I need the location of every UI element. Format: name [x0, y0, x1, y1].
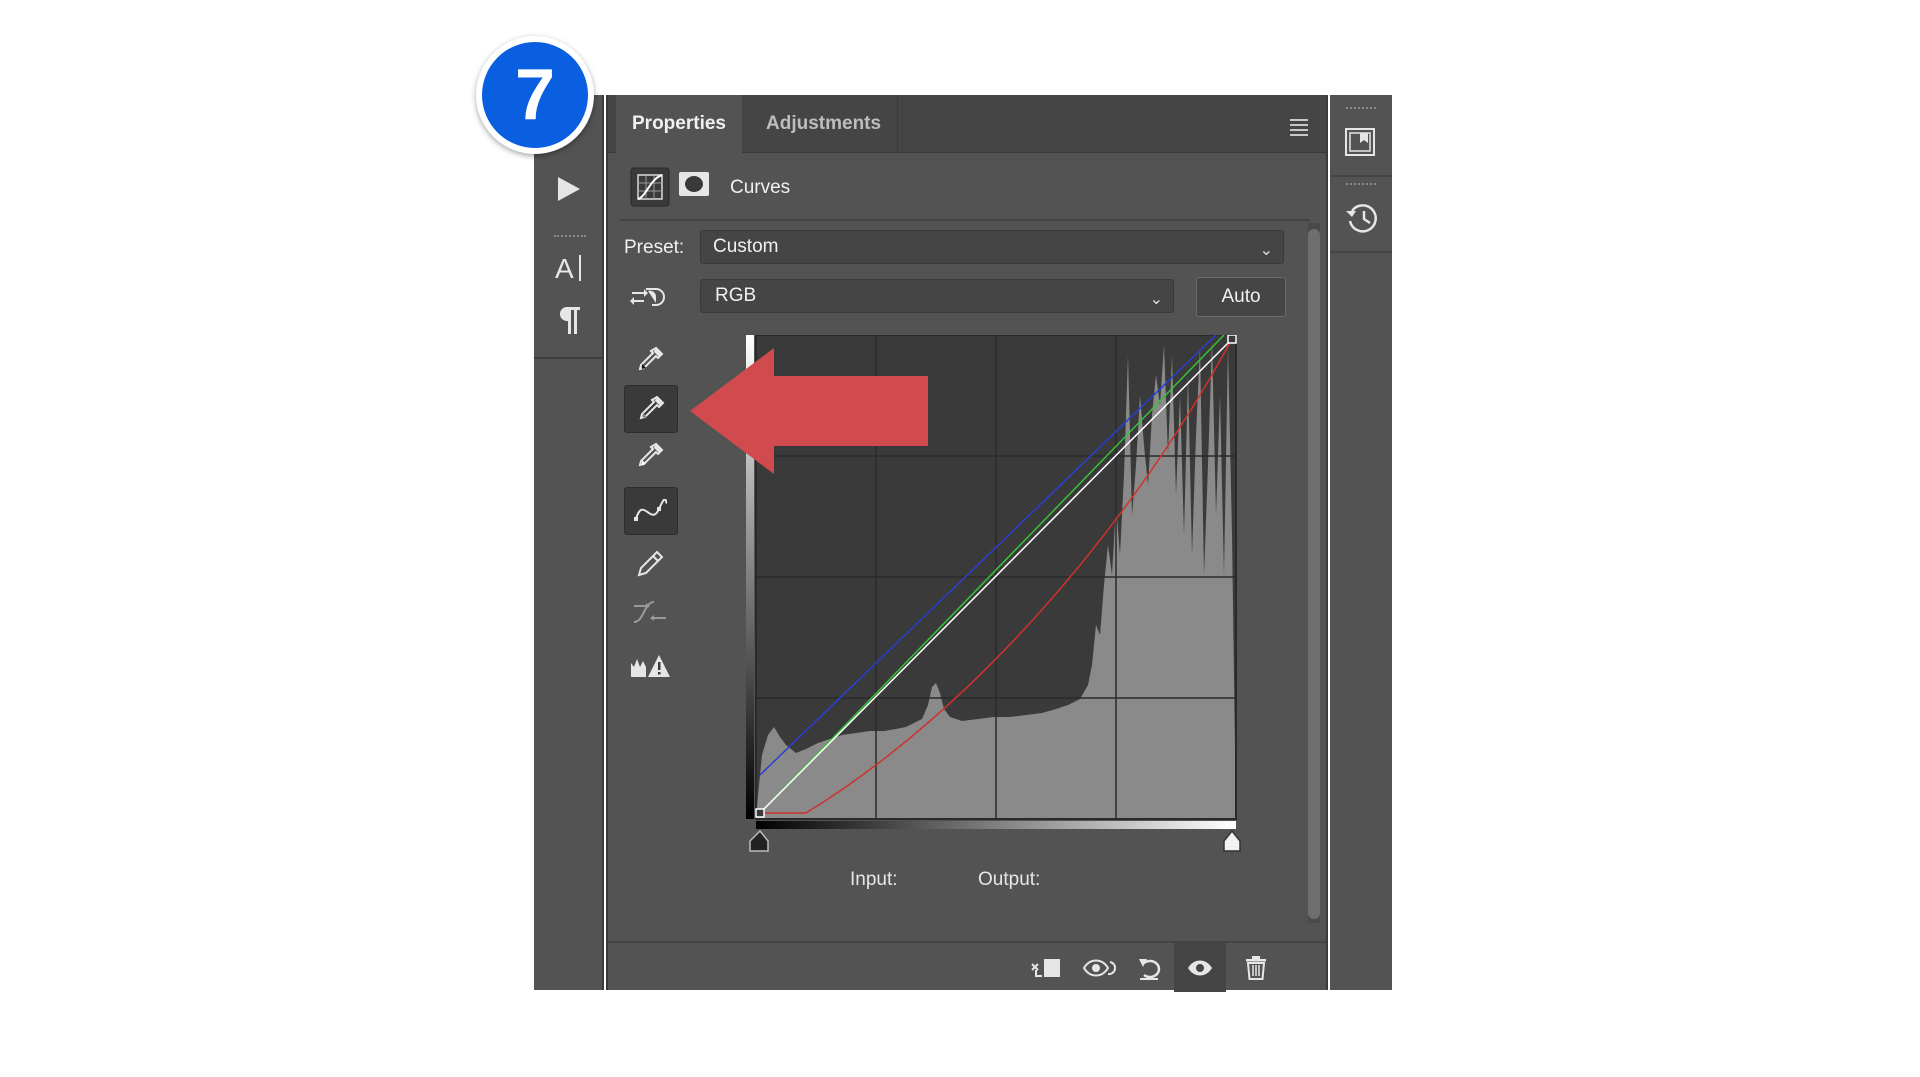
play-icon[interactable]: [534, 175, 604, 208]
input-label: Input:: [850, 869, 898, 890]
clipping-warning-icon[interactable]: [624, 643, 676, 689]
channel-dropdown[interactable]: RGB ⌄: [700, 279, 1174, 313]
sample-white-point-eyedropper-icon[interactable]: [624, 433, 676, 479]
libraries-panel-icon[interactable]: [1344, 125, 1378, 164]
tab-properties[interactable]: Properties: [616, 95, 742, 153]
output-label: Output:: [978, 869, 1041, 890]
white-point-handle[interactable]: [1227, 334, 1237, 344]
properties-panel: Properties Adjustments Curves Preset: Cu…: [606, 95, 1328, 992]
chevron-down-icon: ⌄: [1149, 291, 1163, 308]
right-panel-strip: [1330, 95, 1392, 990]
smooth-curve-icon[interactable]: [624, 589, 676, 635]
black-input-slider[interactable]: [749, 829, 769, 852]
strip-grip[interactable]: [1346, 183, 1376, 188]
input-gradient-bar: [756, 821, 1236, 829]
auto-button[interactable]: Auto: [1196, 277, 1286, 317]
divider: [620, 219, 1310, 221]
character-icon[interactable]: A: [534, 251, 604, 288]
edit-points-curve-icon[interactable]: [624, 487, 678, 535]
panel-menu-icon[interactable]: [1290, 119, 1308, 139]
left-tool-strip: A: [534, 95, 604, 990]
preset-dropdown[interactable]: Custom ⌄: [700, 230, 1284, 264]
visibility-eye-icon[interactable]: [1174, 943, 1226, 992]
white-input-slider[interactable]: [1223, 829, 1241, 852]
panel-tab-bar: Properties Adjustments: [608, 95, 1326, 153]
targeted-adjustment-hand-icon[interactable]: [630, 281, 668, 316]
preset-value: Custom: [713, 236, 779, 257]
clip-to-layer-icon[interactable]: [1024, 949, 1068, 987]
history-panel-icon[interactable]: [1344, 201, 1380, 240]
red-pointer-arrow-icon: [690, 348, 928, 474]
step-number-badge: 7: [476, 36, 594, 154]
paragraph-icon[interactable]: [534, 305, 604, 340]
draw-pencil-icon[interactable]: [624, 541, 676, 587]
channel-value: RGB: [715, 285, 757, 306]
preset-label: Preset:: [624, 237, 685, 258]
layer-mask-icon[interactable]: [678, 171, 710, 202]
svg-text:A: A: [555, 253, 574, 283]
sample-gray-point-eyedropper-icon[interactable]: [624, 385, 678, 433]
panel-footer: [608, 941, 1326, 992]
scrollbar-thumb[interactable]: [1308, 229, 1320, 919]
curves-adjustment-icon[interactable]: [630, 167, 670, 212]
reset-icon[interactable]: [1128, 949, 1172, 987]
sample-black-point-eyedropper-icon[interactable]: [624, 337, 676, 383]
black-point-handle[interactable]: [755, 808, 765, 818]
trash-icon[interactable]: [1234, 949, 1278, 987]
strip-grip[interactable]: [554, 235, 586, 241]
tab-adjustments[interactable]: Adjustments: [750, 95, 899, 153]
adjustment-title: Curves: [730, 177, 791, 198]
chevron-down-icon: ⌄: [1259, 242, 1273, 259]
view-previous-state-icon[interactable]: [1078, 949, 1122, 987]
strip-grip[interactable]: [1346, 107, 1376, 112]
